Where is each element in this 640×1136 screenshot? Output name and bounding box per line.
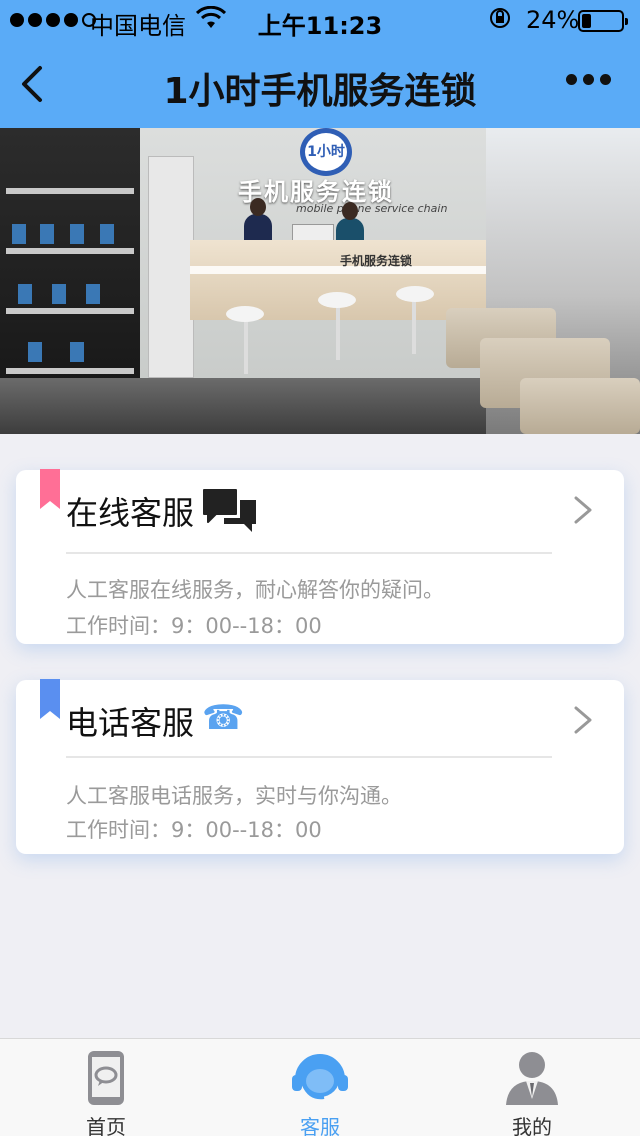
phone-service-title: 电话客服 <box>66 704 195 742</box>
online-service-description: 人工客服在线服务，耐心解答你的疑问。 <box>66 578 444 602</box>
divider <box>66 756 552 758</box>
battery-icon <box>578 10 628 32</box>
rotation-lock-icon <box>488 6 512 36</box>
online-service-hours: 工作时间：9：00--18：00 <box>66 614 322 638</box>
phone-chat-icon <box>88 1051 124 1105</box>
brand-subtitle: mobile phone service chain <box>296 202 448 215</box>
telephone-icon: ☎ <box>202 698 245 738</box>
tab-mine-label: 我的 <box>512 1115 552 1136</box>
tab-home[interactable]: 首页 <box>36 1039 176 1136</box>
battery-percent: 24% <box>526 6 580 34</box>
tab-bar: 首页 客服 我的 <box>0 1038 640 1136</box>
tab-service[interactable]: 客服 <box>250 1039 390 1136</box>
bookmark-icon <box>40 679 60 719</box>
brand-logo: 1小时 <box>300 128 352 176</box>
bookmark-icon <box>40 469 60 509</box>
online-service-title: 在线客服 <box>66 494 195 532</box>
top-bar: 中国电信 上午11:23 24% 1小时手机服务连锁 <box>0 0 640 128</box>
more-button[interactable] <box>566 74 611 85</box>
online-service-card[interactable]: 在线客服 人工客服在线服务，耐心解答你的疑问。 工作时间：9：00--18：00 <box>16 469 624 644</box>
phone-service-card[interactable]: 电话客服 ☎ 人工客服电话服务，实时与你沟通。 工作时间：9：00--18：00 <box>16 679 624 854</box>
tab-mine[interactable]: 我的 <box>462 1039 602 1136</box>
user-profile-icon <box>506 1052 558 1105</box>
banner-carousel[interactable]: 1小时 手机服务连锁 mobile phone service chain 手机… <box>0 128 640 434</box>
phone-service-description: 人工客服电话服务，实时与你沟通。 <box>66 784 402 808</box>
chat-bubbles-icon <box>203 489 256 532</box>
chevron-right-icon <box>574 706 592 734</box>
divider <box>66 552 552 554</box>
chevron-right-icon <box>574 496 592 524</box>
tab-service-label: 客服 <box>300 1115 340 1136</box>
tab-home-label: 首页 <box>86 1115 126 1136</box>
counter-sign: 手机服务连锁 <box>340 254 413 268</box>
status-bar: 中国电信 上午11:23 24% <box>0 0 640 40</box>
headset-agent-icon <box>292 1054 348 1100</box>
phone-service-hours: 工作时间：9：00--18：00 <box>66 818 322 842</box>
page-title: 1小时手机服务连锁 <box>163 71 477 112</box>
